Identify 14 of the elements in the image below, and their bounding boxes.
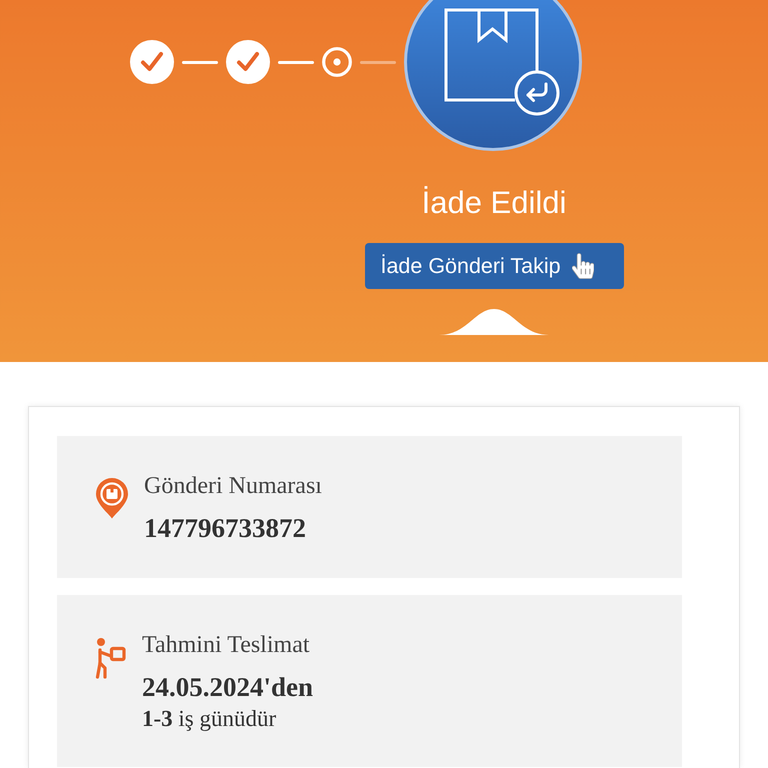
status-title: İade Edildi [422, 185, 566, 221]
box-return-icon [404, 0, 582, 151]
detail-label: Tahmini Teslimat [142, 631, 311, 659]
detail-note: 1-3 iş günüdür [142, 705, 278, 733]
location-pin-icon [95, 478, 129, 519]
track-return-button[interactable]: İade Gönderi Takip [364, 243, 624, 289]
detail-value: 147796733872 [144, 512, 307, 544]
detail-value: 24.05.2024'den [142, 671, 314, 703]
courier-icon [95, 637, 127, 679]
progress-connector [182, 60, 218, 64]
progress-connector [278, 60, 314, 64]
progress-connector [360, 60, 396, 64]
hand-pointer-icon [572, 253, 594, 279]
detail-label: Gönderi Numarası [144, 472, 322, 500]
